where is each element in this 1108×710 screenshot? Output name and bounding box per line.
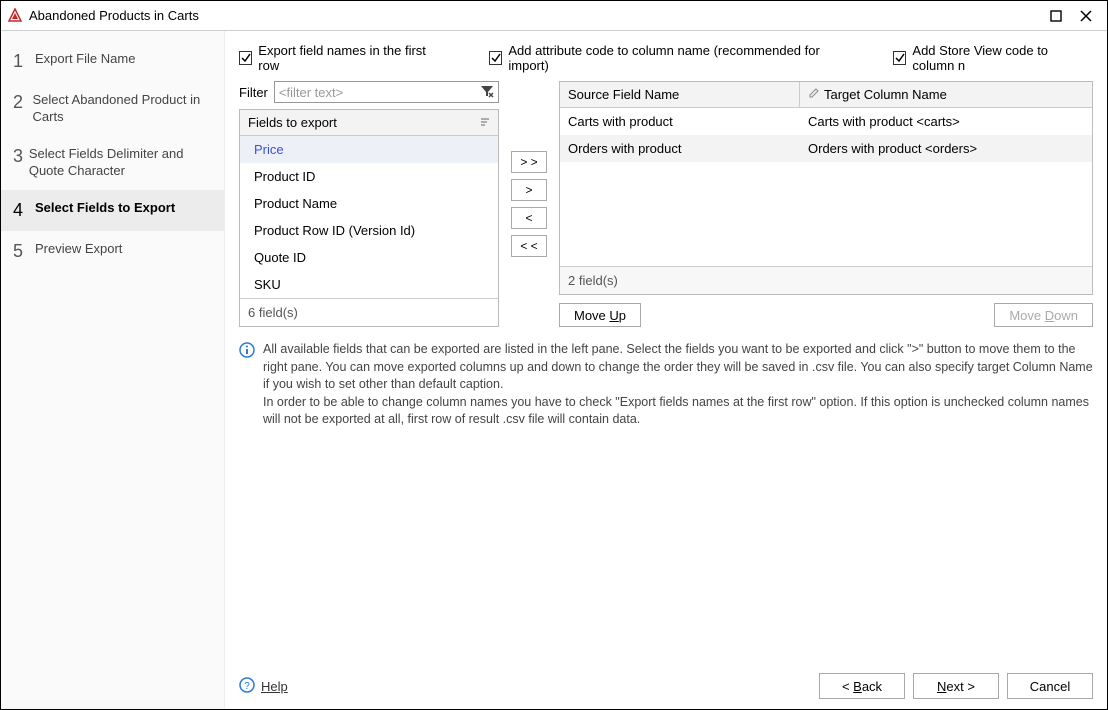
help-link[interactable]: ? Help — [239, 677, 288, 696]
move-left-button[interactable]: < — [511, 207, 547, 229]
close-button[interactable] — [1071, 1, 1101, 31]
app-icon — [7, 8, 23, 24]
fields-count: 6 field(s) — [240, 298, 498, 326]
grid-count: 2 field(s) — [560, 266, 1092, 294]
col-source[interactable]: Source Field Name — [560, 82, 800, 107]
info-icon — [239, 342, 255, 429]
cancel-button[interactable]: Cancel — [1007, 673, 1093, 699]
wizard-footer: ? Help < Back Next > Cancel — [239, 663, 1093, 699]
back-button[interactable]: < Back — [819, 673, 905, 699]
field-item[interactable]: Price — [240, 136, 498, 163]
panes: Filter <filter text> Fields to export Pr… — [239, 81, 1093, 327]
right-pane: Source Field Name Target Column Name Car… — [559, 81, 1093, 327]
filter-row: Filter <filter text> — [239, 81, 499, 103]
step-1[interactable]: 1Export File Name — [1, 41, 224, 82]
fields-available: Fields to export Price Product ID Produc… — [239, 109, 499, 327]
info-panel: All available fields that can be exporte… — [239, 341, 1093, 429]
titlebar: Abandoned Products in Carts — [1, 1, 1107, 31]
move-down-button: Move Down — [994, 303, 1093, 327]
help-icon: ? — [239, 677, 255, 696]
selected-fields-grid: Source Field Name Target Column Name Car… — [559, 81, 1093, 295]
field-item[interactable]: SKU — [240, 271, 498, 298]
move-all-left-button[interactable]: < < — [511, 235, 547, 257]
step-4[interactable]: 4Select Fields to Export — [1, 190, 224, 231]
window-title: Abandoned Products in Carts — [29, 8, 1041, 23]
step-2[interactable]: 2Select Abandoned Product in Carts — [1, 82, 224, 136]
options-row: Export field names in the first row Add … — [239, 43, 1093, 73]
chk-export-names[interactable]: Export field names in the first row — [239, 43, 439, 73]
field-item[interactable]: Product Name — [240, 190, 498, 217]
filter-input[interactable]: <filter text> — [274, 81, 499, 103]
move-up-button[interactable]: Move Up — [559, 303, 641, 327]
col-target[interactable]: Target Column Name — [800, 82, 1092, 107]
filter-clear-icon[interactable] — [480, 84, 494, 101]
export-wizard-window: Abandoned Products in Carts 1Export File… — [0, 0, 1108, 710]
field-item[interactable]: Quote ID — [240, 244, 498, 271]
grid-row[interactable]: Carts with product Carts with product <c… — [560, 108, 1092, 135]
filter-label: Filter — [239, 85, 268, 100]
info-text: All available fields that can be exporte… — [263, 341, 1093, 429]
reorder-buttons: Move Up Move Down — [559, 303, 1093, 327]
edit-icon — [808, 87, 820, 102]
wizard-steps-sidebar: 1Export File Name 2Select Abandoned Prod… — [1, 31, 225, 709]
move-buttons: > > > < < < — [511, 81, 547, 327]
grid-row[interactable]: Orders with product Orders with product … — [560, 135, 1092, 162]
checkbox-icon — [239, 51, 252, 65]
checkbox-icon — [893, 51, 906, 65]
fields-list[interactable]: Price Product ID Product Name Product Ro… — [240, 136, 498, 298]
step-5[interactable]: 5Preview Export — [1, 231, 224, 272]
move-all-right-button[interactable]: > > — [511, 151, 547, 173]
checkbox-icon — [489, 51, 502, 65]
next-button[interactable]: Next > — [913, 673, 999, 699]
chk-add-attr[interactable]: Add attribute code to column name (recom… — [489, 43, 843, 73]
field-item[interactable]: Product Row ID (Version Id) — [240, 217, 498, 244]
grid-header: Source Field Name Target Column Name — [560, 82, 1092, 108]
sort-icon[interactable] — [480, 115, 490, 130]
grid-body[interactable]: Carts with product Carts with product <c… — [560, 108, 1092, 266]
left-pane: Filter <filter text> Fields to export Pr… — [239, 81, 499, 327]
chk-add-store[interactable]: Add Store View code to column n — [893, 43, 1093, 73]
maximize-button[interactable] — [1041, 1, 1071, 31]
move-right-button[interactable]: > — [511, 179, 547, 201]
main-panel: Export field names in the first row Add … — [225, 31, 1107, 709]
fields-header: Fields to export — [240, 110, 498, 136]
field-item[interactable]: Product ID — [240, 163, 498, 190]
wizard-body: 1Export File Name 2Select Abandoned Prod… — [1, 31, 1107, 709]
step-3[interactable]: 3Select Fields Delimiter and Quote Chara… — [1, 136, 224, 190]
svg-text:?: ? — [244, 681, 250, 692]
